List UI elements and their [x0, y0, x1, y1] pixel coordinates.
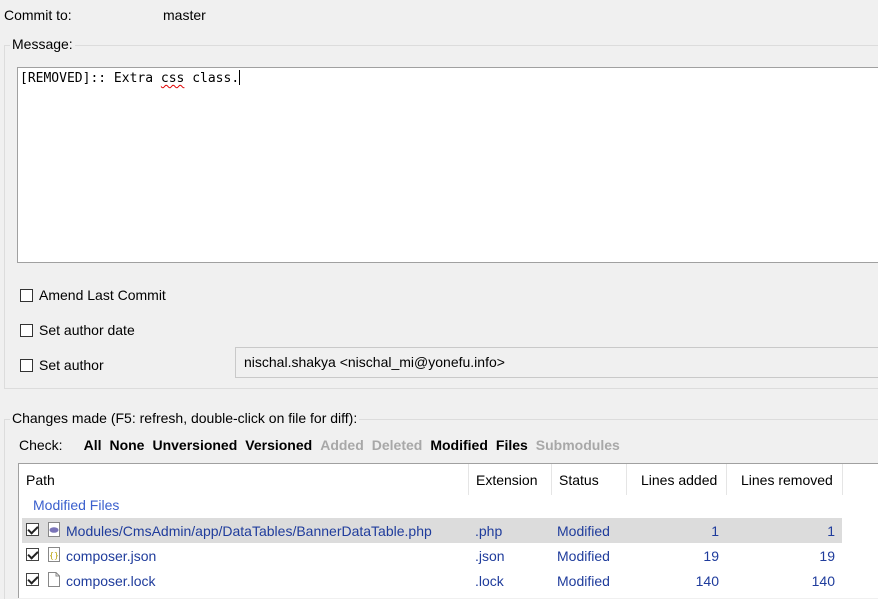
file-checkbox[interactable]: [26, 548, 39, 561]
set-author-checkbox[interactable]: [20, 358, 33, 372]
set-author-date-label: Set author date: [39, 322, 135, 338]
group-label-modified-files: Modified Files: [33, 497, 120, 513]
file-checkbox[interactable]: [26, 523, 39, 536]
check-label: Check:: [19, 437, 63, 453]
file-path: composer.json: [66, 548, 157, 564]
commit-branch: master: [163, 7, 206, 23]
amend-last-commit-label: Amend Last Commit: [39, 287, 166, 303]
json-file-icon: {}: [48, 547, 60, 562]
set-author-date-checkbox[interactable]: [20, 323, 33, 337]
file-status: Modified: [557, 573, 610, 589]
file-lines-removed: 19: [819, 548, 835, 564]
file-lines-removed: 1: [827, 523, 835, 539]
commit-message-input[interactable]: [REMOVED]:: Extra css class.: [17, 67, 878, 263]
file-extension: .php: [475, 523, 503, 539]
php-file-icon: [48, 522, 60, 537]
set-author-label: Set author: [39, 357, 104, 373]
check-unversioned-link[interactable]: Unversioned: [152, 437, 237, 453]
amend-last-commit-option[interactable]: Amend Last Commit: [20, 287, 166, 303]
message-text-prefix: [REMOVED]:: Extra: [20, 71, 161, 86]
file-extension: .json: [475, 548, 505, 564]
check-versioned-link[interactable]: Versioned: [245, 437, 312, 453]
table-row[interactable]: Modules/CmsAdmin/app/DataTables/BannerDa…: [22, 518, 842, 543]
file-icon: [48, 572, 60, 587]
table-row[interactable]: composer.lock .lock Modified 140 140: [22, 568, 842, 593]
check-all-link[interactable]: All: [84, 437, 102, 453]
changes-group-title: Changes made (F5: refresh, double-click …: [10, 410, 360, 426]
text-caret: [239, 70, 241, 85]
commit-to-label: Commit to:: [4, 7, 72, 23]
set-author-date-option[interactable]: Set author date: [20, 322, 135, 338]
file-status: Modified: [557, 548, 610, 564]
check-modified-link[interactable]: Modified: [430, 437, 488, 453]
message-group-title: Message:: [10, 36, 75, 52]
file-checkbox[interactable]: [26, 573, 39, 586]
file-lines-removed: 140: [811, 573, 835, 589]
file-status: Modified: [557, 523, 610, 539]
file-lines-added: 140: [695, 573, 719, 589]
set-author-option[interactable]: Set author: [20, 357, 104, 373]
column-header-path[interactable]: Path: [19, 464, 469, 495]
check-deleted-link: Deleted: [371, 437, 423, 453]
table-row[interactable]: {} composer.json .json Modified 19 19: [22, 543, 842, 568]
check-none-link[interactable]: None: [109, 437, 144, 453]
check-filter-bar: Check: All None Unversioned Versioned Ad…: [19, 437, 620, 453]
amend-last-commit-checkbox[interactable]: [20, 288, 33, 302]
file-path: Modules/CmsAdmin/app/DataTables/BannerDa…: [66, 523, 432, 539]
column-header-status[interactable]: Status: [552, 464, 627, 495]
message-text-misspelled: css: [160, 71, 185, 86]
column-header-lines-added[interactable]: Lines added: [627, 464, 727, 495]
author-field[interactable]: nischal.shakya <nischal_mi@yonefu.info>: [235, 347, 878, 378]
changed-files-list[interactable]: Path Extension Status Lines added Lines …: [18, 463, 878, 598]
check-files-link[interactable]: Files: [496, 437, 528, 453]
check-submodules-link: Submodules: [535, 437, 620, 453]
file-lines-added: 19: [703, 548, 719, 564]
file-lines-added: 1: [711, 523, 719, 539]
file-extension: .lock: [475, 573, 504, 589]
file-path: composer.lock: [66, 573, 156, 589]
message-text-suffix: class.: [184, 71, 240, 86]
svg-text:{}: {}: [49, 551, 59, 560]
check-added-link: Added: [320, 437, 364, 453]
column-header-extension[interactable]: Extension: [469, 464, 552, 495]
column-header-lines-removed[interactable]: Lines removed: [727, 464, 843, 495]
